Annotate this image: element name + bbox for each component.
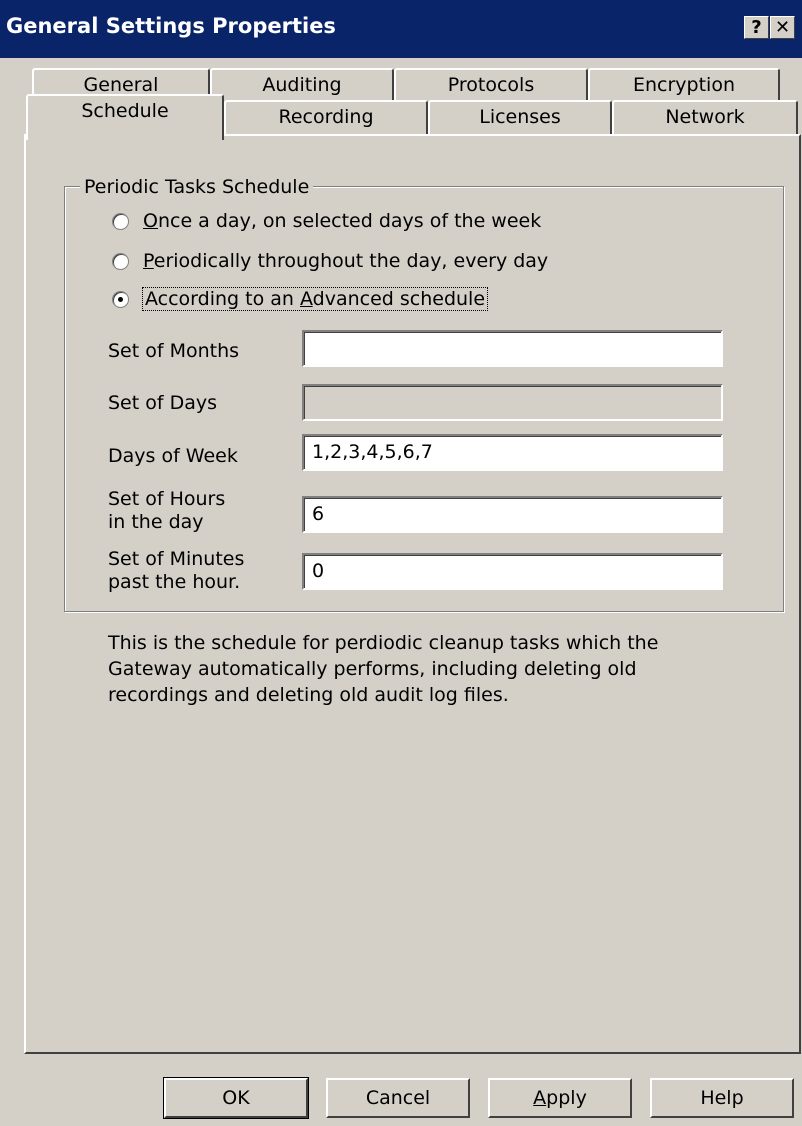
tab-licenses[interactable]: Licenses	[428, 100, 612, 134]
set-of-days-label: Set of Days	[108, 392, 218, 414]
set-of-minutes-input[interactable]: 0	[302, 553, 723, 590]
days-of-week-input[interactable]: 1,2,3,4,5,6,7	[302, 434, 723, 471]
tab-label: Network	[665, 106, 745, 128]
radio-periodically[interactable]: Periodically throughout the day, every d…	[112, 250, 548, 272]
ok-button[interactable]: OK	[163, 1077, 309, 1119]
tab-label: Auditing	[262, 74, 342, 96]
set-of-hours-input[interactable]: 6	[302, 496, 723, 533]
tab-schedule[interactable]: Schedule	[26, 94, 224, 140]
radio-label: Periodically throughout the day, every d…	[143, 250, 549, 272]
window-title: General Settings Properties	[6, 14, 336, 38]
set-of-days-input	[302, 384, 723, 421]
radio-once-a-day[interactable]: Once a day, on selected days of the week	[112, 210, 541, 232]
tab-label: Encryption	[632, 74, 735, 96]
help-icon: ?	[751, 17, 762, 38]
tab-label: Licenses	[479, 106, 561, 128]
radio-button[interactable]	[112, 212, 129, 230]
tab-recording[interactable]: Recording	[224, 100, 428, 134]
tab-auditing[interactable]: Auditing	[210, 68, 394, 100]
cancel-button[interactable]: Cancel	[326, 1078, 470, 1118]
tab-network[interactable]: Network	[612, 100, 798, 134]
tab-label: Schedule	[81, 100, 169, 122]
tab-encryption[interactable]: Encryption	[588, 68, 780, 100]
help-button[interactable]: ?	[744, 16, 769, 39]
set-of-hours-label: Set of Hours in the day	[108, 488, 226, 533]
set-of-minutes-label: Set of Minutes past the hour.	[108, 548, 245, 593]
radio-button[interactable]	[112, 290, 129, 308]
group-title: Periodic Tasks Schedule	[80, 176, 314, 198]
tab-protocols[interactable]: Protocols	[394, 68, 588, 100]
tab-label: Protocols	[447, 74, 535, 96]
apply-button[interactable]: Apply	[488, 1078, 632, 1118]
help-dialog-button[interactable]: Help	[650, 1078, 794, 1118]
schedule-description: This is the schedule for perdiodic clean…	[108, 632, 659, 706]
radio-button[interactable]	[112, 252, 129, 270]
radio-label: Once a day, on selected days of the week	[143, 210, 542, 232]
close-icon: ✕	[774, 17, 791, 38]
set-of-months-label: Set of Months	[108, 340, 240, 362]
title-bar: General Settings Properties ? ✕	[0, 0, 802, 58]
tab-label: General	[83, 74, 159, 96]
tab-label: Recording	[278, 106, 374, 128]
set-of-months-input[interactable]	[302, 330, 723, 367]
radio-label: According to an Advanced schedule	[141, 287, 489, 311]
close-button[interactable]: ✕	[770, 16, 795, 39]
radio-advanced-schedule[interactable]: According to an Advanced schedule	[112, 287, 489, 311]
days-of-week-label: Days of Week	[108, 445, 238, 467]
